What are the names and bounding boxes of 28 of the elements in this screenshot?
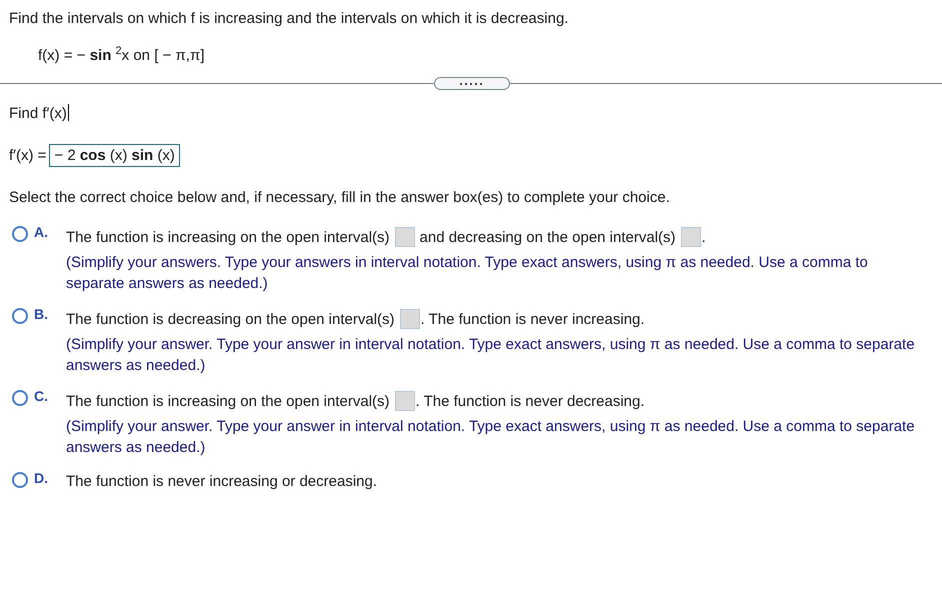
instruction-text: Select the correct choice below and, if necessary, fill in the answer box(es) to complete your choice. [9,189,671,206]
choice-text: . [702,228,706,246]
choice-text: and decreasing on the open interval(s) [420,228,676,246]
choice-text: . The function is never increasing. [420,310,645,328]
hint-text: (Simplify your answer. Type your answer in interval notation. Type exact answers, using π as needed. Use a comma to separate answers as needed.) [66,417,916,458]
radio-button[interactable] [12,226,28,242]
radio-button[interactable] [12,472,28,488]
question-prompt: Find the intervals on which f is increasing and the intervals on which it is decreasing. [9,10,570,27]
choice-letter: C. [34,388,49,406]
answer-label: f′(x) = [9,147,46,164]
choice-letter: A. [34,224,49,242]
step-title: Find f′(x) [9,105,67,122]
choice-text: The function is increasing on the open interval(s) [66,392,390,410]
choice-text: The function is never increasing or decreasing. [66,473,378,490]
choice-text: The function is decreasing on the open interval(s) [66,310,395,328]
radio-button[interactable] [12,390,28,406]
choice-text: The function is increasing on the open interval(s) [66,228,390,246]
hint-text: (Simplify your answers. Type your answers in interval notation. Type exact answers, using π as needed. Use a comma to separate answers as needed.) [66,253,869,294]
function-formula: f(x) = − sin $^{2}$x on [ − π,π] [38,45,206,64]
text-cursor [68,104,69,121]
choice-letter: B. [34,306,49,324]
dots-icon [459,82,485,86]
choice-letter: D. [34,470,49,488]
expand-button[interactable] [434,77,510,90]
radio-button[interactable] [12,308,28,324]
choice-text: . The function is never decreasing. [416,392,645,410]
answer-field[interactable]: − 2 cos (x) sin (x) [49,144,180,167]
hint-text: (Simplify your answer. Type your answer in interval notation. Type exact answers, using π as needed. Use a comma to separate answers as needed.) [66,335,916,376]
